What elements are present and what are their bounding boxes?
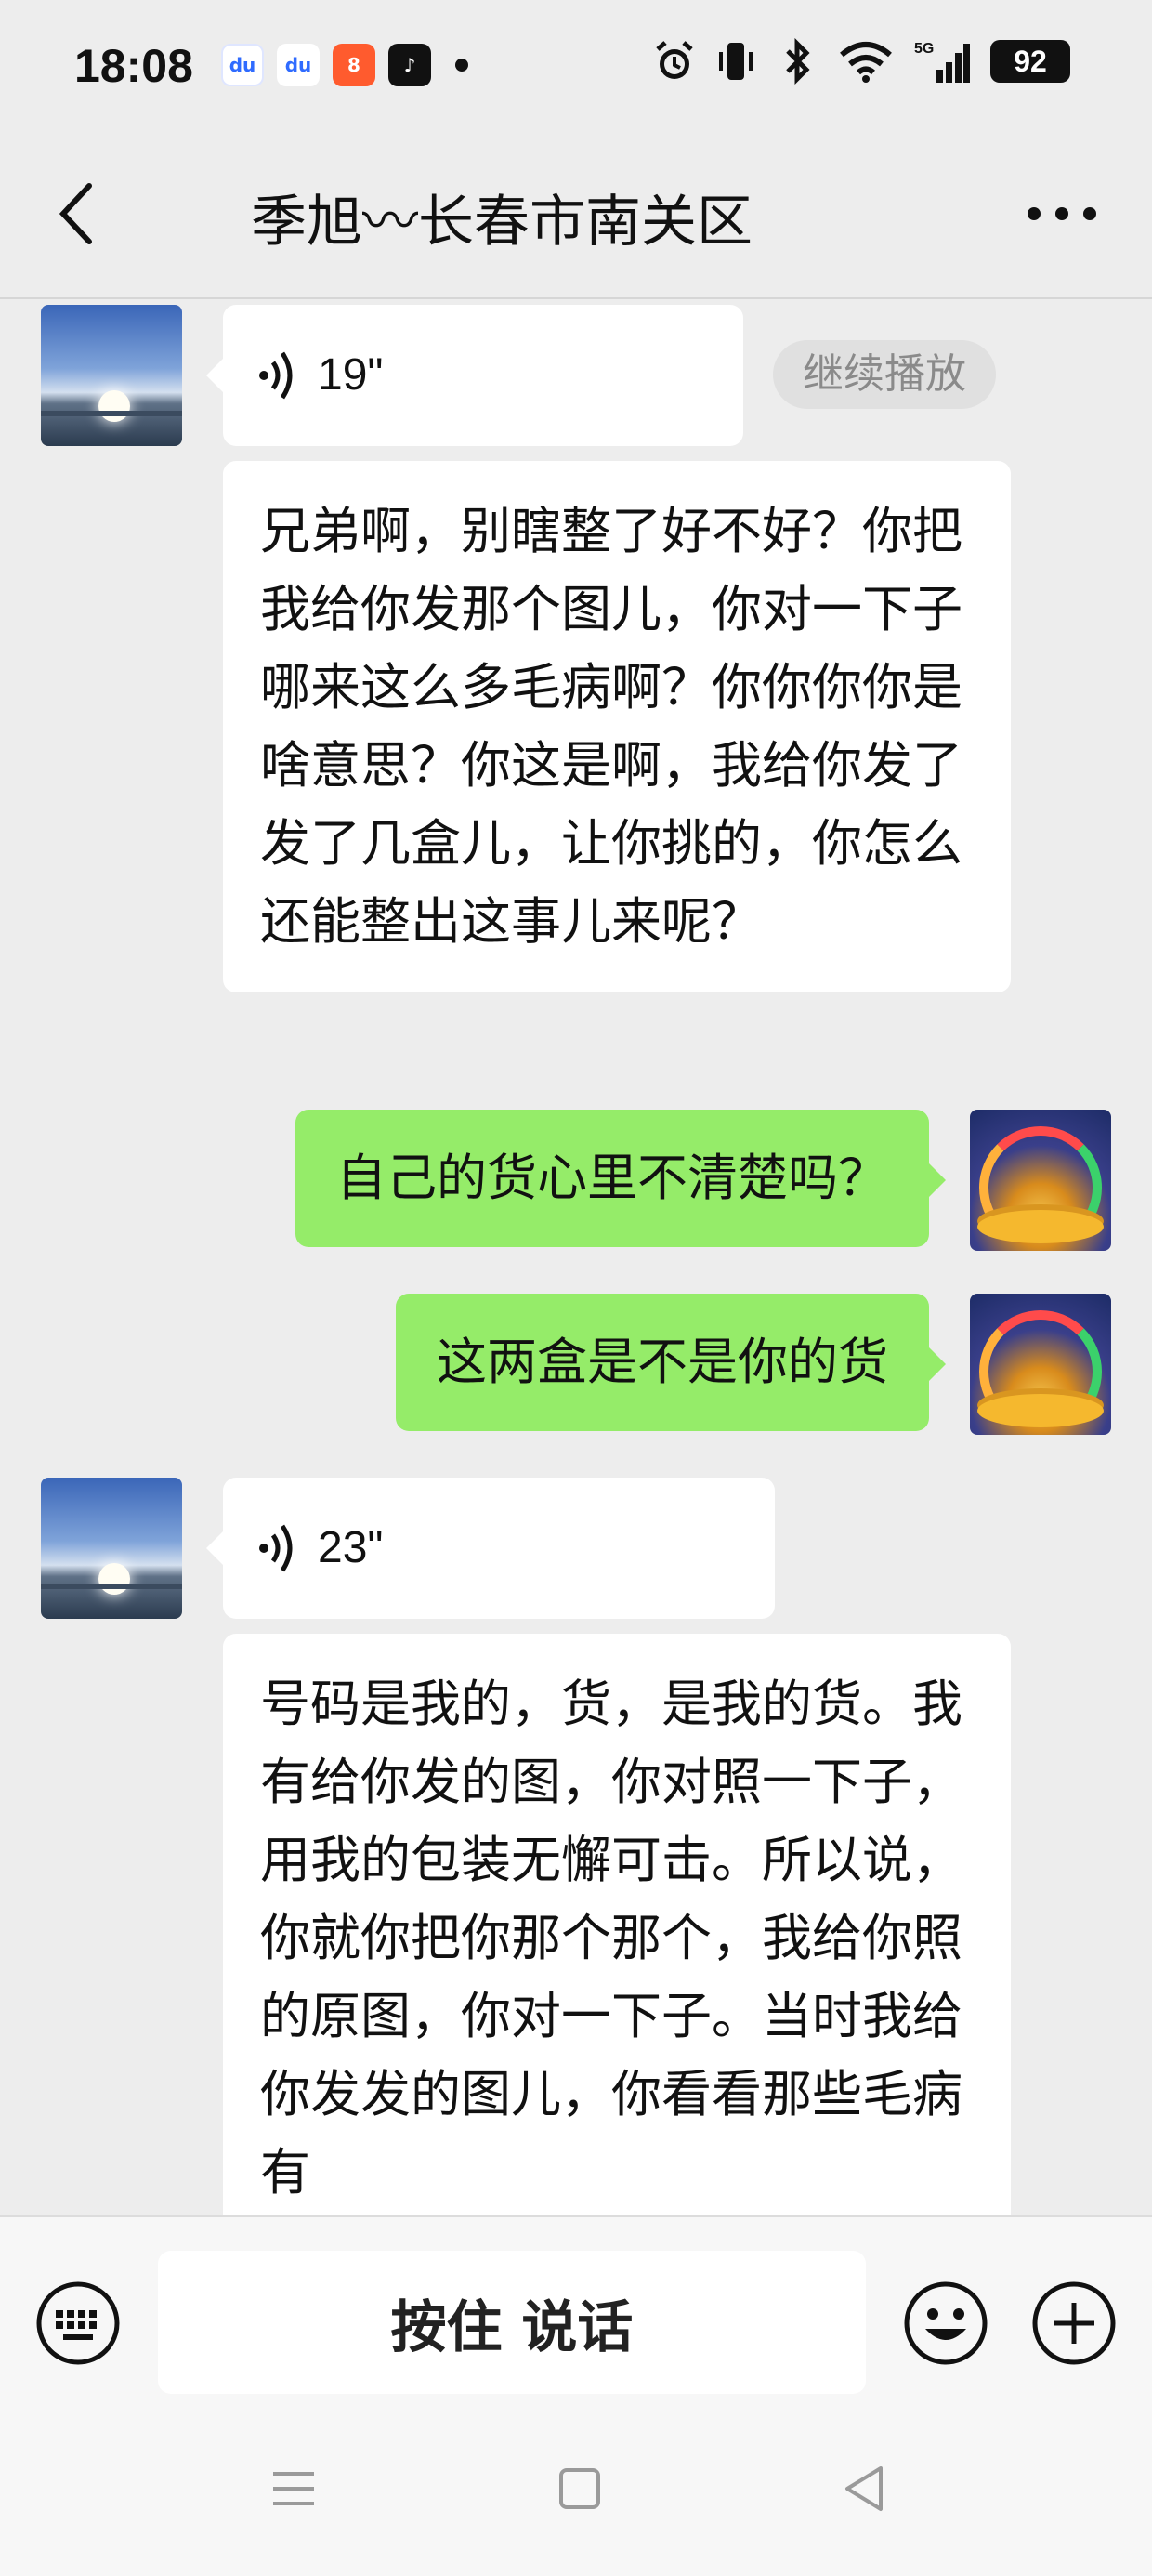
my-message[interactable]: 自己的货心里不清楚吗？	[295, 1110, 946, 1247]
voice-wave-icon	[259, 1524, 293, 1572]
status-bar: 18:08 du du 8 ♪ 5G 92	[0, 0, 1152, 139]
message-text: 兄弟啊，别瞎整了好不好？你把我给你发那个图儿，你对一下子哪来这么多毛病啊？你你你…	[260, 502, 962, 951]
my-avatar[interactable]	[970, 1110, 1111, 1251]
chat-header: 季旭〰长春市南关区	[0, 139, 1152, 299]
continue-playing-button[interactable]: 继续播放	[773, 340, 996, 409]
system-navigation-bar	[0, 2401, 1152, 2576]
battery-indicator: 92	[990, 40, 1070, 83]
bluetooth-icon	[777, 37, 818, 85]
wifi-icon	[838, 37, 894, 85]
voice-message[interactable]: 23"	[206, 1478, 775, 1619]
chat-title: 季旭〰长春市南关区	[251, 190, 753, 255]
voice-duration: 23"	[318, 1523, 384, 1572]
message-text: 自己的货心里不清楚吗？	[336, 1149, 888, 1207]
vibrate-icon	[715, 37, 756, 85]
add-more-icon[interactable]	[1029, 2279, 1119, 2368]
svg-text:5G: 5G	[914, 41, 934, 57]
notification-app-icons: du du 8 ♪	[221, 44, 468, 86]
tiktok-icon: ♪	[388, 44, 431, 86]
xiaohongshu-icon: 8	[333, 44, 375, 86]
input-bar: 按住 说话	[0, 2215, 1152, 2401]
baidu-icon: du	[221, 44, 264, 86]
message-list[interactable]: 19" 继续播放 兄弟啊，别瞎整了好不好？你把我给你发那个图儿，你对一下子哪来这…	[0, 299, 1152, 2215]
voice-transcript-text: 兄弟啊，别瞎整了好不好？你把我给你发那个图儿，你对一下子哪来这么多毛病啊？你你你…	[223, 461, 1011, 992]
contact-avatar[interactable]	[41, 305, 182, 446]
recent-apps-icon[interactable]	[266, 2461, 321, 2517]
home-icon[interactable]	[552, 2461, 608, 2517]
contact-avatar[interactable]	[41, 1478, 182, 1619]
my-avatar[interactable]	[970, 1294, 1111, 1435]
emoji-icon[interactable]	[901, 2279, 990, 2368]
hold-to-talk-button[interactable]: 按住 说话	[158, 2251, 866, 2394]
keyboard-toggle-icon[interactable]	[33, 2279, 123, 2368]
voice-message[interactable]: 19"	[206, 305, 743, 446]
my-message[interactable]: 这两盒是不是你的货	[396, 1294, 946, 1431]
more-notifications-dot	[455, 59, 468, 72]
voice-duration: 19"	[318, 350, 384, 400]
voice-transcript-text: 号码是我的，货，是我的货。我有给你发的图，你对照一下子，用我的包装无懈可击。所以…	[223, 1634, 1011, 2215]
system-back-icon[interactable]	[836, 2461, 892, 2517]
message-text: 这两盒是不是你的货	[437, 1333, 888, 1391]
signal-5g-icon: 5G	[914, 37, 970, 85]
baidu-icon: du	[277, 44, 320, 86]
more-options-icon[interactable]	[1020, 195, 1104, 232]
status-time: 18:08	[74, 40, 193, 92]
message-text: 号码是我的，货，是我的货。我有给你发的图，你对照一下子，用我的包装无懈可击。所以…	[260, 1675, 962, 2201]
voice-wave-icon	[259, 351, 293, 400]
alarm-icon	[654, 37, 695, 85]
system-icons: 5G 92	[654, 37, 1070, 85]
